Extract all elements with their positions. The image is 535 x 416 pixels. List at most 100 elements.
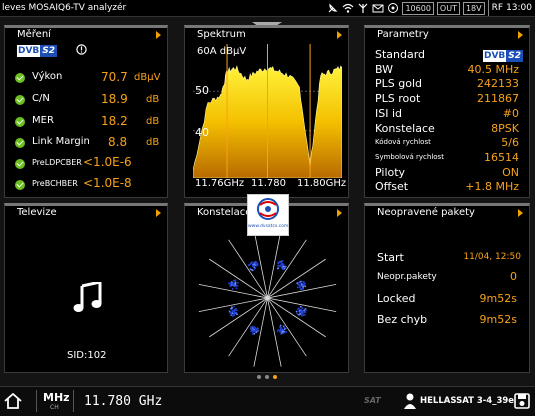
spectrum-chart[interactable]	[193, 44, 342, 178]
constellation-cluster	[228, 305, 238, 317]
param-label: PLS gold	[375, 77, 422, 91]
dvb-s2-logo: DVB S2	[483, 50, 524, 62]
param-label: Kódová rychlost	[375, 138, 431, 147]
panel-arrow-icon	[156, 209, 161, 217]
error-value: 11/04, 12:50	[463, 252, 521, 262]
param-label: Piloty	[375, 165, 406, 179]
spectrum-y-label: 50	[195, 84, 209, 97]
page-dot[interactable]	[265, 375, 269, 379]
parameters-panel[interactable]: Parametry DVB S2 Standard BW 40.5 MHz PLS go…	[364, 25, 530, 198]
measure-unit: dB	[146, 116, 160, 127]
status-bar: leves MOSAIQ6-TV analyzér 10600 OUT 18V …	[0, 0, 535, 17]
ok-check-icon	[15, 117, 25, 127]
param-label: Konstelace	[375, 121, 435, 135]
spectrum-title: Spektrum	[197, 29, 246, 40]
param-label: Offset	[375, 180, 409, 194]
error-value: 0	[510, 270, 517, 283]
constellation-cluster	[296, 280, 307, 291]
tuned-frequency[interactable]: 11.780 GHz	[84, 394, 162, 409]
param-label: ISI id	[375, 106, 403, 120]
spectrum-ref-level: 60A dBµV	[197, 46, 247, 57]
measure-unit: dB	[146, 94, 160, 105]
param-value: 8PSK	[491, 121, 519, 135]
sat-label: SAT	[364, 396, 381, 405]
dvb-s2-logo: DVB S2	[17, 45, 58, 57]
frequency-unit-toggle[interactable]: MHz CH	[36, 390, 74, 412]
param-value: #0	[502, 106, 519, 120]
watermark-logo: www.dvsatcs.com	[247, 194, 289, 236]
measurement-title: Měření	[17, 29, 51, 40]
param-value: ON	[502, 165, 519, 179]
param-value: 242133	[477, 77, 519, 91]
constellation-panel[interactable]: Konstelace www.dvsatcs.com	[184, 194, 349, 373]
param-value: +1.8 MHz	[465, 180, 519, 194]
voltage-box: 18V	[462, 1, 485, 15]
measure-label: MER	[32, 115, 54, 126]
param-label: BW	[375, 62, 394, 76]
app-title: leves MOSAIQ6-TV analyzér	[2, 3, 127, 13]
lnb-icon	[388, 3, 399, 13]
info-icon[interactable]	[76, 44, 87, 55]
panel-arrow-icon	[337, 31, 342, 39]
error-value: 9m52s	[479, 313, 517, 326]
error-label: Start	[377, 251, 404, 264]
unit-sub: CH	[50, 404, 59, 411]
uncorrected-packets-panel[interactable]: Neopravené pakety Start 11/04, 12:50 Neo…	[364, 203, 530, 373]
ok-check-icon	[15, 73, 25, 83]
param-value: 40.5 MHz	[467, 62, 519, 76]
panel-arrow-icon	[518, 209, 523, 217]
page-dot-active[interactable]	[273, 375, 277, 379]
error-value: 9m52s	[479, 292, 517, 305]
spectrum-panel[interactable]: Spektrum 60A dBµV 50 40 11.76GHz 11.780 …	[184, 25, 349, 198]
television-panel[interactable]: Televize SID:102	[4, 203, 168, 373]
constellation-diagram	[198, 229, 337, 367]
param-value: 16514	[484, 150, 519, 164]
error-label: Locked	[377, 292, 416, 305]
status-icons: 10600 OUT 18V RF 13:00	[327, 0, 532, 16]
error-label: Neopr.pakety	[377, 272, 437, 282]
page-dot[interactable]	[257, 375, 261, 379]
ok-check-icon	[15, 159, 25, 169]
constellation-cluster	[276, 324, 288, 335]
output-box: OUT	[436, 1, 460, 15]
unit-main: MHz	[43, 391, 70, 404]
clock: 13:00	[506, 3, 532, 13]
service-id: SID:102	[67, 350, 107, 361]
lnb-frequency-box: 10600	[402, 1, 434, 15]
panel-arrow-icon	[337, 209, 342, 217]
save-icon[interactable]	[514, 393, 530, 409]
satellite-name[interactable]: HELLASSAT 3-4_39e	[420, 396, 514, 406]
measure-unit: dB	[146, 137, 160, 148]
measure-unit: dBµV	[134, 72, 161, 83]
measure-value: 18.9	[101, 92, 128, 106]
spectrum-x-label: 11.76GHz	[195, 178, 245, 189]
param-value: 5/6	[501, 136, 519, 150]
bottom-bar: MHz CH 11.780 GHz SAT HELLASSAT 3-4_39e	[0, 386, 535, 416]
wifi-icon	[343, 3, 354, 13]
music-note-icon	[73, 282, 102, 312]
constellation-cluster	[277, 260, 287, 271]
constellation-cluster	[247, 261, 259, 272]
measure-value: 18.2	[101, 114, 128, 128]
measure-label: C/N	[32, 93, 50, 104]
measure-label: Link Margin	[32, 136, 90, 147]
measure-value: 8.8	[108, 135, 128, 149]
ok-check-icon	[15, 180, 25, 190]
measurement-panel[interactable]: Měření DVB S2 Výkon 70.7 dBµV C/N 18.9 dB…	[4, 25, 168, 198]
measure-value: 70.7	[101, 70, 128, 84]
mail-icon	[372, 4, 384, 13]
constellation-cluster	[295, 305, 307, 317]
param-label: Standard	[375, 48, 426, 61]
constellation-title: Konstelace	[197, 207, 252, 218]
measure-label: Výkon	[32, 71, 63, 82]
panel-arrow-icon	[518, 31, 523, 39]
antenna-icon	[359, 3, 368, 13]
home-icon[interactable]	[4, 393, 22, 409]
page-indicator[interactable]	[257, 375, 277, 379]
ok-check-icon	[15, 95, 25, 105]
measure-label: PreLDPCBER	[32, 158, 82, 167]
ok-check-icon	[15, 138, 25, 148]
spectrum-x-label: 11.780	[251, 178, 286, 189]
param-label: Symbolová rychlost	[375, 152, 444, 161]
error-label: Bez chyb	[377, 313, 428, 326]
